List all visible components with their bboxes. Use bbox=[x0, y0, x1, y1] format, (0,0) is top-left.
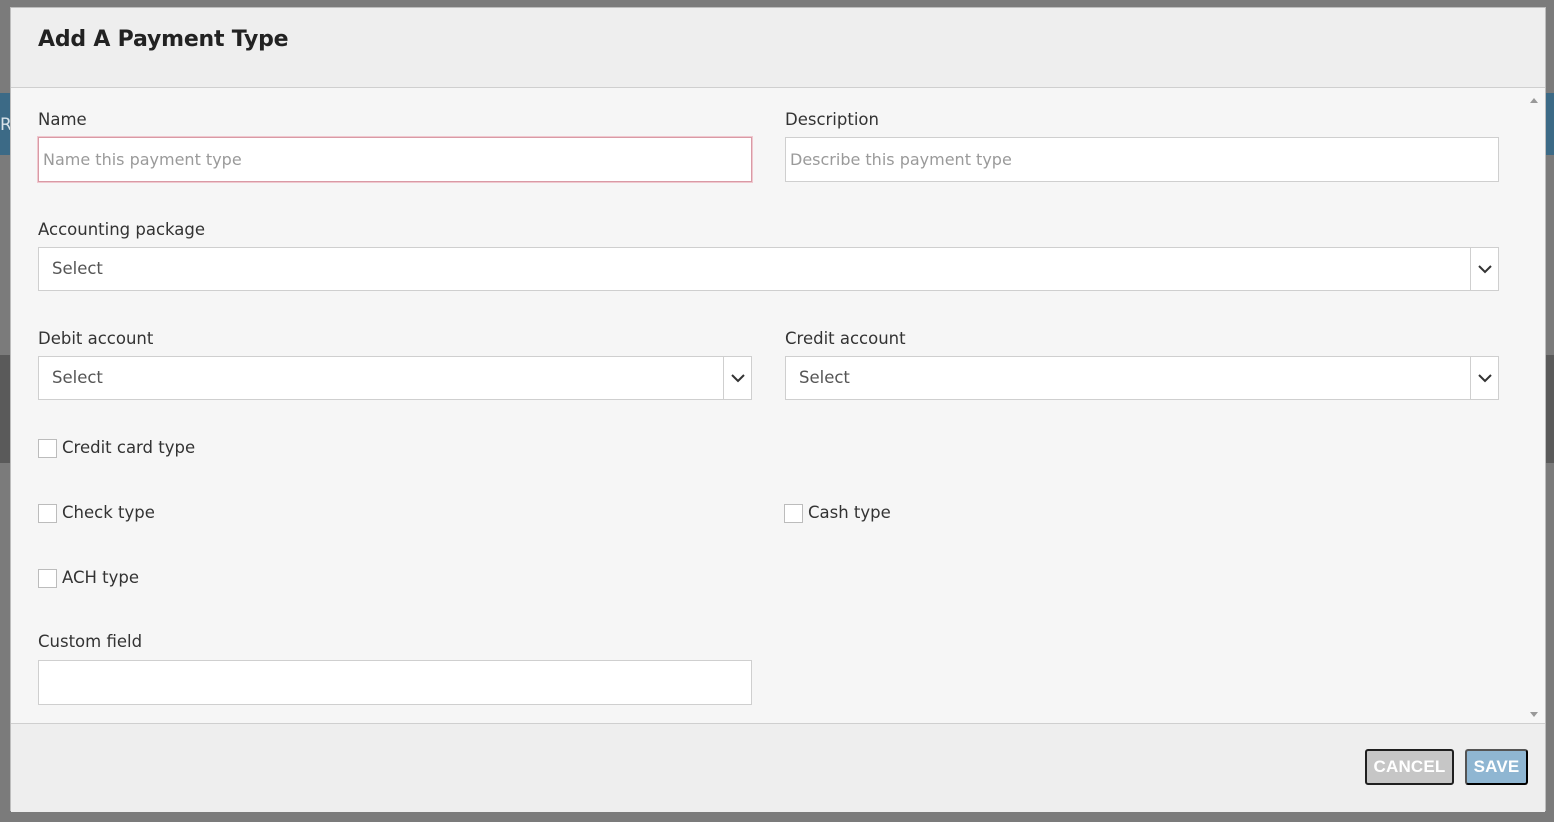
accounting-package-selected-value: Select bbox=[52, 259, 103, 278]
check-type-label: Check type bbox=[62, 502, 155, 522]
ach-type-option[interactable]: ACH type bbox=[38, 566, 139, 588]
cash-type-option[interactable]: Cash type bbox=[784, 501, 891, 523]
scroll-up-arrow-icon[interactable] bbox=[1530, 98, 1538, 103]
background-page-text: Re bbox=[0, 115, 10, 135]
cash-type-label: Cash type bbox=[808, 502, 891, 522]
custom-field-input[interactable] bbox=[38, 660, 752, 705]
credit-card-type-checkbox[interactable] bbox=[38, 439, 57, 458]
dialog-header: Add A Payment Type bbox=[11, 8, 1545, 88]
chevron-down-icon[interactable] bbox=[723, 357, 751, 399]
cancel-button[interactable]: CANCEL bbox=[1365, 749, 1454, 785]
name-label: Name bbox=[38, 110, 87, 129]
dialog-body: Name Description Accounting package Sele… bbox=[11, 89, 1545, 723]
credit-account-label: Credit account bbox=[785, 329, 906, 348]
debit-account-selected-value: Select bbox=[52, 368, 103, 387]
credit-card-type-option[interactable]: Credit card type bbox=[38, 436, 195, 458]
ach-type-checkbox[interactable] bbox=[38, 569, 57, 588]
check-type-option[interactable]: Check type bbox=[38, 501, 155, 523]
debit-account-select[interactable]: Select bbox=[38, 356, 752, 400]
credit-account-select[interactable]: Select bbox=[785, 356, 1499, 400]
description-label: Description bbox=[785, 110, 879, 129]
accounting-package-label: Accounting package bbox=[38, 220, 206, 239]
chevron-down-icon[interactable] bbox=[1470, 248, 1498, 290]
debit-account-label: Debit account bbox=[38, 329, 154, 348]
dialog-scrollbar[interactable] bbox=[1523, 89, 1545, 723]
chevron-down-icon[interactable] bbox=[1470, 357, 1498, 399]
dialog-title: Add A Payment Type bbox=[38, 27, 289, 52]
accounting-package-select[interactable]: Select bbox=[38, 247, 1499, 291]
ach-type-label: ACH type bbox=[62, 567, 140, 587]
name-input[interactable] bbox=[38, 137, 752, 182]
cash-type-checkbox[interactable] bbox=[784, 504, 803, 523]
check-type-checkbox[interactable] bbox=[38, 504, 57, 523]
save-button[interactable]: SAVE bbox=[1465, 749, 1528, 785]
scroll-down-arrow-icon[interactable] bbox=[1530, 712, 1538, 717]
credit-card-type-label: Credit card type bbox=[62, 437, 196, 457]
dialog-footer: CANCEL SAVE bbox=[11, 723, 1545, 812]
credit-account-selected-value: Select bbox=[799, 368, 850, 387]
custom-field-label: Custom field bbox=[38, 632, 143, 651]
description-input[interactable] bbox=[785, 137, 1499, 182]
add-payment-type-dialog: Add A Payment Type Name Description Acco… bbox=[10, 7, 1546, 812]
